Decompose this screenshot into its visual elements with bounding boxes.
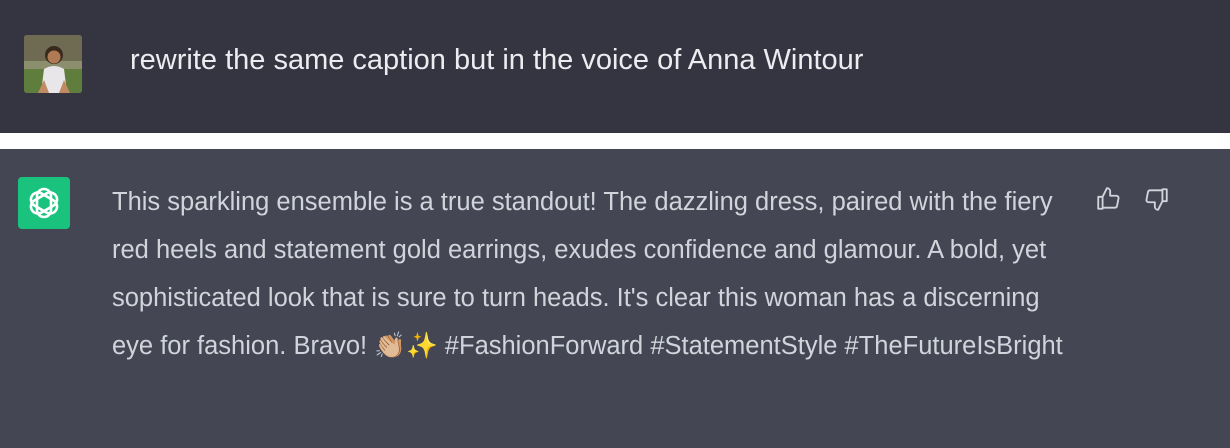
- thumbs-up-button[interactable]: [1092, 183, 1124, 215]
- thumbs-up-icon: [1097, 187, 1120, 210]
- user-photo-avatar-icon: [24, 35, 82, 93]
- user-avatar: [24, 35, 82, 93]
- user-message-text: rewrite the same caption but in the voic…: [130, 44, 864, 76]
- assistant-message-row: This sparkling ensemble is a true stando…: [0, 149, 1230, 448]
- chatgpt-logo-icon: [29, 187, 59, 219]
- thumbs-down-button[interactable]: [1141, 183, 1173, 215]
- thumbs-down-icon: [1145, 188, 1168, 211]
- user-message-row: rewrite the same caption but in the voic…: [0, 0, 1230, 133]
- message-divider: [0, 133, 1230, 149]
- assistant-message-text: This sparkling ensemble is a true stando…: [112, 188, 1063, 360]
- assistant-avatar: [18, 177, 70, 229]
